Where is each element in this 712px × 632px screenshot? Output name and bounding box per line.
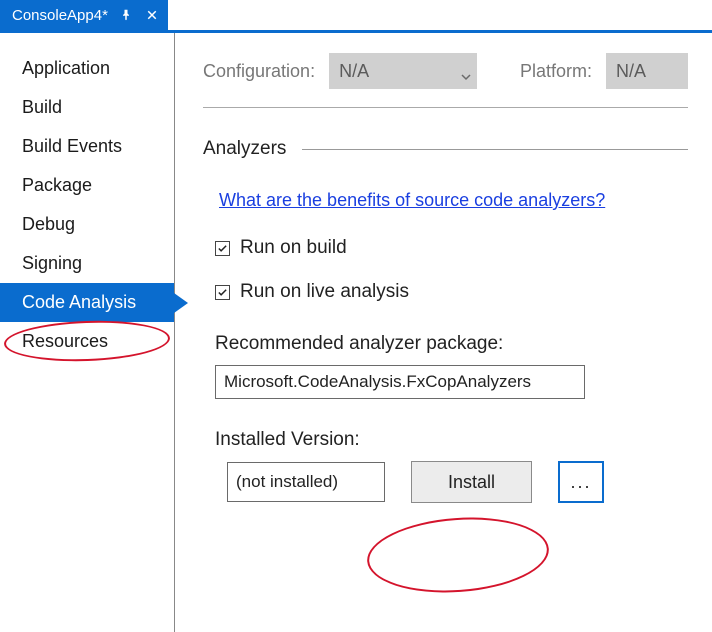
sidebar-item-label: Application xyxy=(22,58,110,78)
configuration-label: Configuration: xyxy=(203,61,315,82)
sidebar-item-label: Package xyxy=(22,175,92,195)
installed-version-field[interactable]: (not installed) xyxy=(227,462,385,502)
sidebar-item-code-analysis[interactable]: Code Analysis xyxy=(0,283,174,322)
configuration-select[interactable]: N/A xyxy=(329,53,477,89)
pin-icon[interactable] xyxy=(118,7,134,23)
sidebar-item-label: Build xyxy=(22,97,62,117)
sidebar: Application Build Build Events Package D… xyxy=(0,33,175,632)
chevron-down-icon xyxy=(461,66,471,76)
sidebar-item-package[interactable]: Package xyxy=(0,166,174,205)
installed-version-label: Installed Version: xyxy=(215,429,688,451)
run-on-build-checkbox[interactable] xyxy=(215,241,230,256)
sidebar-item-application[interactable]: Application xyxy=(0,49,174,88)
sidebar-item-debug[interactable]: Debug xyxy=(0,205,174,244)
recommended-package-field[interactable]: Microsoft.CodeAnalysis.FxCopAnalyzers xyxy=(215,365,585,399)
sidebar-item-label: Code Analysis xyxy=(22,292,136,312)
platform-select[interactable]: N/A xyxy=(606,53,688,89)
document-tab[interactable]: ConsoleApp4* xyxy=(0,0,168,30)
configuration-value: N/A xyxy=(339,61,369,82)
tab-title: ConsoleApp4* xyxy=(12,7,108,24)
main-panel: Configuration: N/A Platform: N/A Analyze… xyxy=(175,33,712,632)
recommended-label: Recommended analyzer package: xyxy=(215,333,688,355)
run-on-build-row: Run on build xyxy=(215,237,688,259)
help-link[interactable]: What are the benefits of source code ana… xyxy=(219,190,605,211)
config-row: Configuration: N/A Platform: N/A xyxy=(203,53,688,108)
install-button[interactable]: Install xyxy=(411,461,532,503)
annotation-ellipse xyxy=(365,512,552,599)
installed-version-row: (not installed) Install ... xyxy=(215,461,688,503)
run-on-live-checkbox[interactable] xyxy=(215,285,230,300)
sidebar-item-label: Resources xyxy=(22,331,108,351)
run-on-live-row: Run on live analysis xyxy=(215,281,688,303)
tab-strip: ConsoleApp4* xyxy=(0,0,712,30)
sidebar-item-label: Build Events xyxy=(22,136,122,156)
sidebar-item-build-events[interactable]: Build Events xyxy=(0,127,174,166)
sidebar-item-build[interactable]: Build xyxy=(0,88,174,127)
section-title: Analyzers xyxy=(203,138,286,160)
sidebar-item-signing[interactable]: Signing xyxy=(0,244,174,283)
sidebar-item-resources[interactable]: Resources xyxy=(0,322,174,361)
sidebar-item-label: Signing xyxy=(22,253,82,273)
run-on-live-label: Run on live analysis xyxy=(240,281,409,303)
platform-value: N/A xyxy=(616,61,646,82)
analyzers-section-header: Analyzers xyxy=(203,138,688,160)
installed-version-value: (not installed) xyxy=(236,472,338,492)
sidebar-item-label: Debug xyxy=(22,214,75,234)
close-icon[interactable] xyxy=(144,7,160,23)
recommended-package-value: Microsoft.CodeAnalysis.FxCopAnalyzers xyxy=(224,372,531,392)
platform-label: Platform: xyxy=(520,61,592,82)
more-button[interactable]: ... xyxy=(558,461,604,503)
run-on-build-label: Run on build xyxy=(240,237,347,259)
section-divider xyxy=(302,149,688,150)
